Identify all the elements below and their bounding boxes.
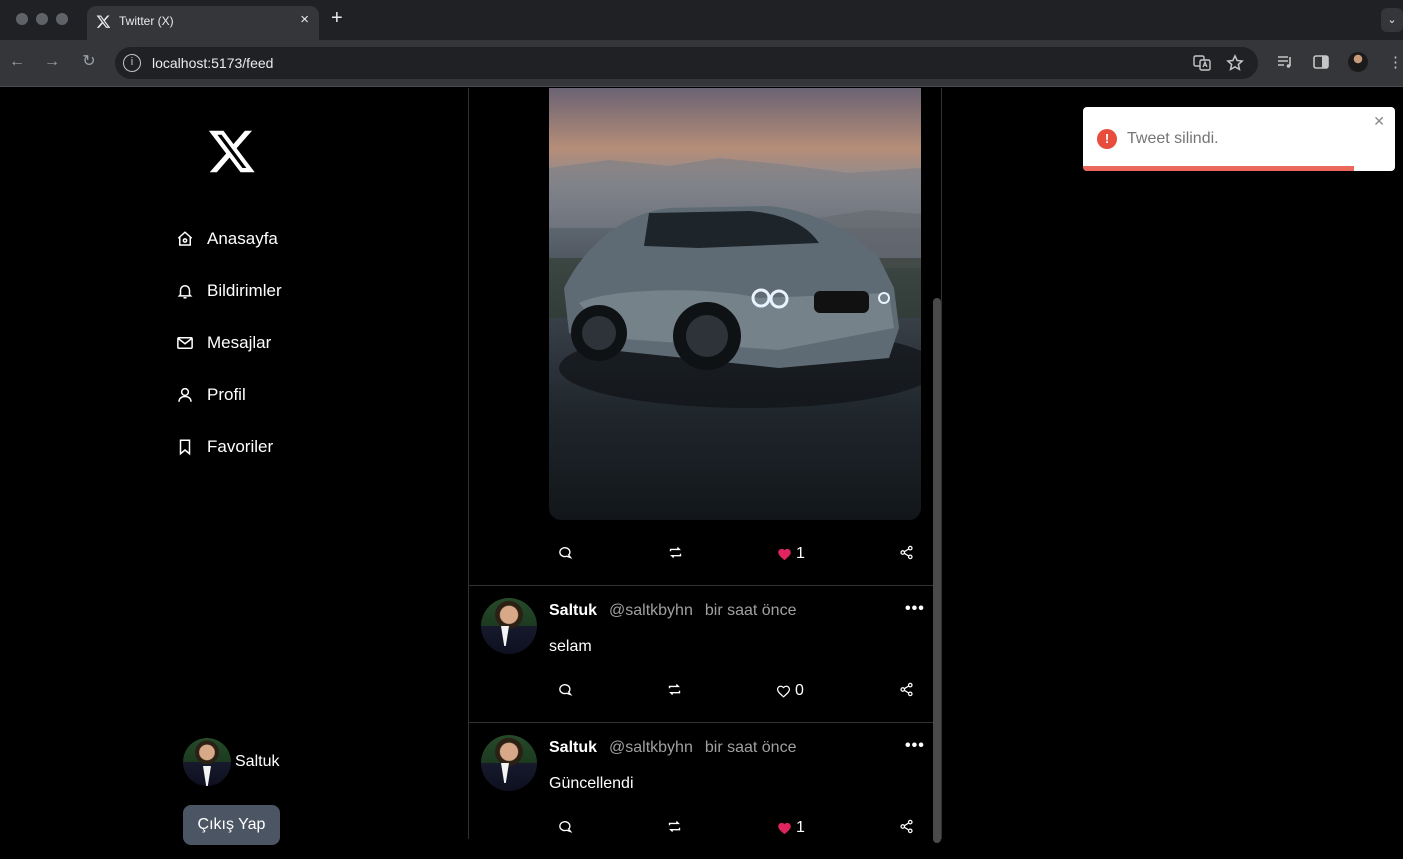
tweet-header: Saltuk @saltkbyhn bir saat önce [549,602,796,620]
toast-notification[interactable]: ! Tweet silindi. ✕ [1083,107,1395,171]
toast-progress-bar [1083,166,1355,171]
translate-icon[interactable] [1193,54,1211,72]
sidebar-item-label: Profil [207,385,246,404]
retweet-button[interactable] [667,819,682,834]
x-logo-icon [96,15,111,28]
window-minimize-dot[interactable] [36,13,48,25]
avatar [183,738,231,786]
reply-button[interactable] [558,819,573,834]
browser-tab-bar: Twitter (X) × + ⌄ [0,0,1403,40]
like-count: 0 [795,682,804,699]
tweet-text: selam [549,638,592,655]
sidebar-item-label: Favoriler [207,437,274,456]
user-name: Saltuk [235,753,280,770]
toast-close-icon[interactable]: ✕ [1373,113,1385,130]
more-options-icon[interactable]: ••• [905,737,925,755]
reply-button[interactable] [558,682,573,697]
reading-list-icon[interactable] [1276,53,1294,71]
tweet-actions: 0 [549,682,921,702]
reply-button[interactable] [558,545,573,560]
tweet-author-handle[interactable]: @saltkbyhn [609,739,693,757]
comment-icon [559,547,573,559]
share-icon [900,682,913,697]
share-icon [900,819,913,834]
side-panel-icon[interactable] [1312,53,1330,71]
retweet-icon [669,547,682,558]
retweet-button[interactable] [668,545,683,560]
comment-icon [559,684,573,696]
like-count: 1 [796,545,805,562]
retweet-icon [668,684,681,695]
sidebar-item-label: Anasayfa [207,229,278,248]
toast-message: Tweet silindi. [1127,130,1219,147]
tweet-actions: 1 [549,819,921,839]
sidebar-item-label: Mesajlar [207,333,272,352]
window-zoom-dot[interactable] [56,13,68,25]
home-icon [177,231,193,246]
like-button[interactable]: 1 [777,819,805,837]
back-icon[interactable]: ← [7,52,27,72]
retweet-icon [668,821,681,832]
car-photo [549,158,921,408]
window-close-dot[interactable] [16,13,28,25]
comment-icon [559,821,573,833]
tweet-avatar[interactable] [481,735,537,791]
tweet-author-name[interactable]: Saltuk [549,602,597,620]
retweet-button[interactable] [667,682,682,697]
tweet-time: bir saat önce [704,602,797,619]
browser-profile-avatar[interactable] [1348,52,1368,72]
bookmark-star-icon[interactable] [1226,54,1244,72]
sidebar-nav: Anasayfa Bildirimler Mesajlar Profil Fav… [176,213,282,473]
error-icon: ! [1097,129,1117,149]
reload-icon[interactable]: ↻ [79,52,99,72]
tweet-avatar[interactable] [481,598,537,654]
user-icon [178,387,192,402]
tab-close-icon[interactable]: × [300,11,309,28]
tweet-text: Güncellendi [549,775,634,792]
url-text[interactable]: localhost:5173/feed [152,55,273,71]
feed-scrollbar[interactable] [933,298,941,843]
current-user[interactable]: Saltuk [183,738,279,786]
tweet-author-handle[interactable]: @saltkbyhn [609,602,693,620]
site-info-icon[interactable]: i [123,54,141,72]
heart-filled-icon [778,548,791,560]
sidebar-item-bildirimler[interactable]: Bildirimler [176,265,282,317]
x-logo-icon[interactable] [207,128,257,176]
sidebar-item-favoriler[interactable]: Favoriler [176,421,282,473]
tweet-actions: 1 [549,545,921,565]
sidebar-item-label: Bildirimler [207,281,282,300]
logout-button[interactable]: Çıkış Yap [183,805,280,845]
new-tab-button[interactable]: + [331,7,343,30]
sidebar-item-mesajlar[interactable]: Mesajlar [176,317,282,369]
share-button[interactable] [899,545,914,560]
tab-search-button[interactable]: ⌄ [1381,8,1403,32]
browser-tab[interactable]: Twitter (X) × [87,6,319,40]
address-bar[interactable]: i localhost:5173/feed [115,47,1258,79]
like-button[interactable]: 0 [776,682,804,700]
tweet-header: Saltuk @saltkbyhn bir saat önce [549,739,796,757]
sidebar-item-anasayfa[interactable]: Anasayfa [176,213,282,265]
share-icon [900,545,913,560]
bookmark-icon [179,439,191,456]
feed: 1 Saltuk @saltkbyhn bir saat önce ••• se… [468,88,942,839]
tweet-image[interactable] [549,88,921,520]
tweet-author-name[interactable]: Saltuk [549,739,597,757]
tweet: Saltuk @saltkbyhn bir saat önce ••• sela… [469,586,933,722]
sidebar-item-profil[interactable]: Profil [176,369,282,421]
browser-toolbar: ← → ↻ i localhost:5173/feed ⋮ [0,40,1403,87]
app-page: Anasayfa Bildirimler Mesajlar Profil Fav… [0,88,1403,845]
tweet-time: bir saat önce [704,739,797,756]
tab-title: Twitter (X) [119,14,174,28]
forward-icon[interactable]: → [42,52,62,72]
browser-menu-icon[interactable]: ⋮ [1388,53,1403,71]
heart-filled-icon [778,822,791,834]
like-count: 1 [796,819,805,836]
share-button[interactable] [899,819,914,834]
more-options-icon[interactable]: ••• [905,600,925,618]
like-button[interactable]: 1 [777,545,805,563]
heart-outline-icon [776,685,791,698]
bell-icon [177,285,193,299]
mail-icon [177,337,193,349]
share-button[interactable] [899,682,914,697]
